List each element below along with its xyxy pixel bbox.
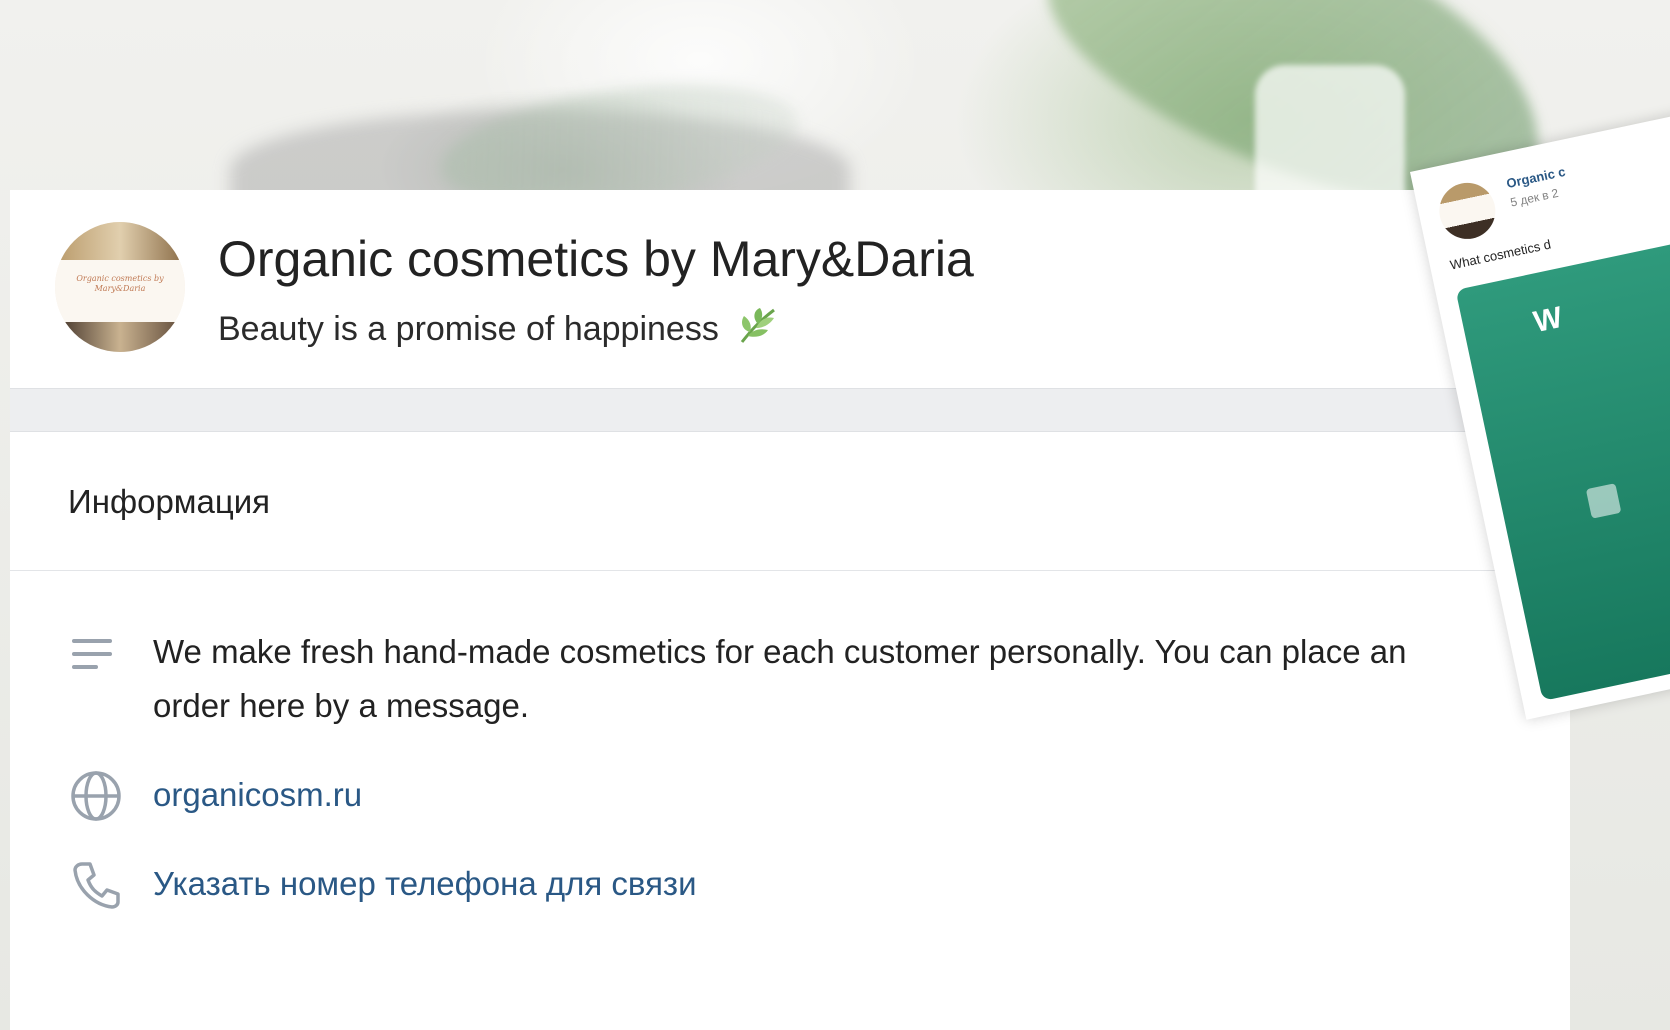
post-text: What cosmetics d [1448,236,1553,273]
text-lines-icon [70,635,120,680]
group-title: Organic cosmetics by Mary&Daria [218,231,974,287]
globe-icon [70,770,122,827]
phone-icon [70,859,122,916]
group-avatar[interactable]: Organic cosmetics by Mary&Daria [55,222,185,352]
group-status: Beauty is a promise of happiness [218,306,780,355]
post-date: 5 дек в 2 [1509,185,1560,210]
phone-link[interactable]: Указать номер телефона для связи [153,857,697,911]
post-image-chip [1585,483,1622,519]
group-header: Organic cosmetics by Mary&Daria Organic … [10,190,1570,388]
avatar-logo-text: Organic cosmetics by Mary&Daria [76,274,164,293]
post-avatar [1434,177,1501,245]
group-card: Organic cosmetics by Mary&Daria Organic … [10,190,1570,1030]
group-status-text: Beauty is a promise of happiness [218,310,719,348]
info-description: We make fresh hand-made cosmetics for ea… [153,633,1407,724]
leaf-icon [736,306,780,355]
section-separator [10,388,1570,432]
website-link[interactable]: organicosm.ru [153,768,362,822]
info-section-title: Информация [68,483,271,520]
divider [10,570,1570,571]
post-image-text: W [1530,300,1566,340]
